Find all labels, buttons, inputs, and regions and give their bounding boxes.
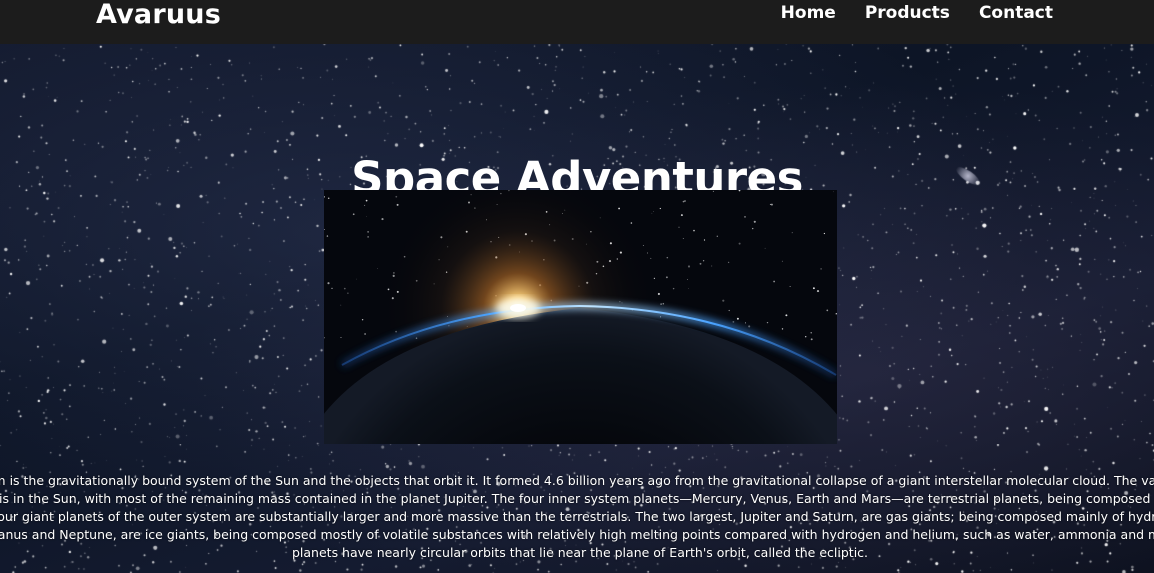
nav-links: Home Products Contact bbox=[781, 3, 1053, 23]
brand-logo[interactable]: Avaruus bbox=[96, 0, 221, 30]
page: Avaruus Home Products Contact Space Adve… bbox=[0, 0, 1154, 573]
nav-link-products[interactable]: Products bbox=[865, 3, 950, 23]
navbar: Avaruus Home Products Contact bbox=[0, 0, 1154, 44]
hero-description: The Solar System is the gravitationally … bbox=[0, 472, 1154, 560]
nav-link-home[interactable]: Home bbox=[781, 3, 836, 23]
earth-sunrise-image bbox=[324, 190, 837, 444]
nav-link-contact[interactable]: Contact bbox=[979, 3, 1053, 23]
